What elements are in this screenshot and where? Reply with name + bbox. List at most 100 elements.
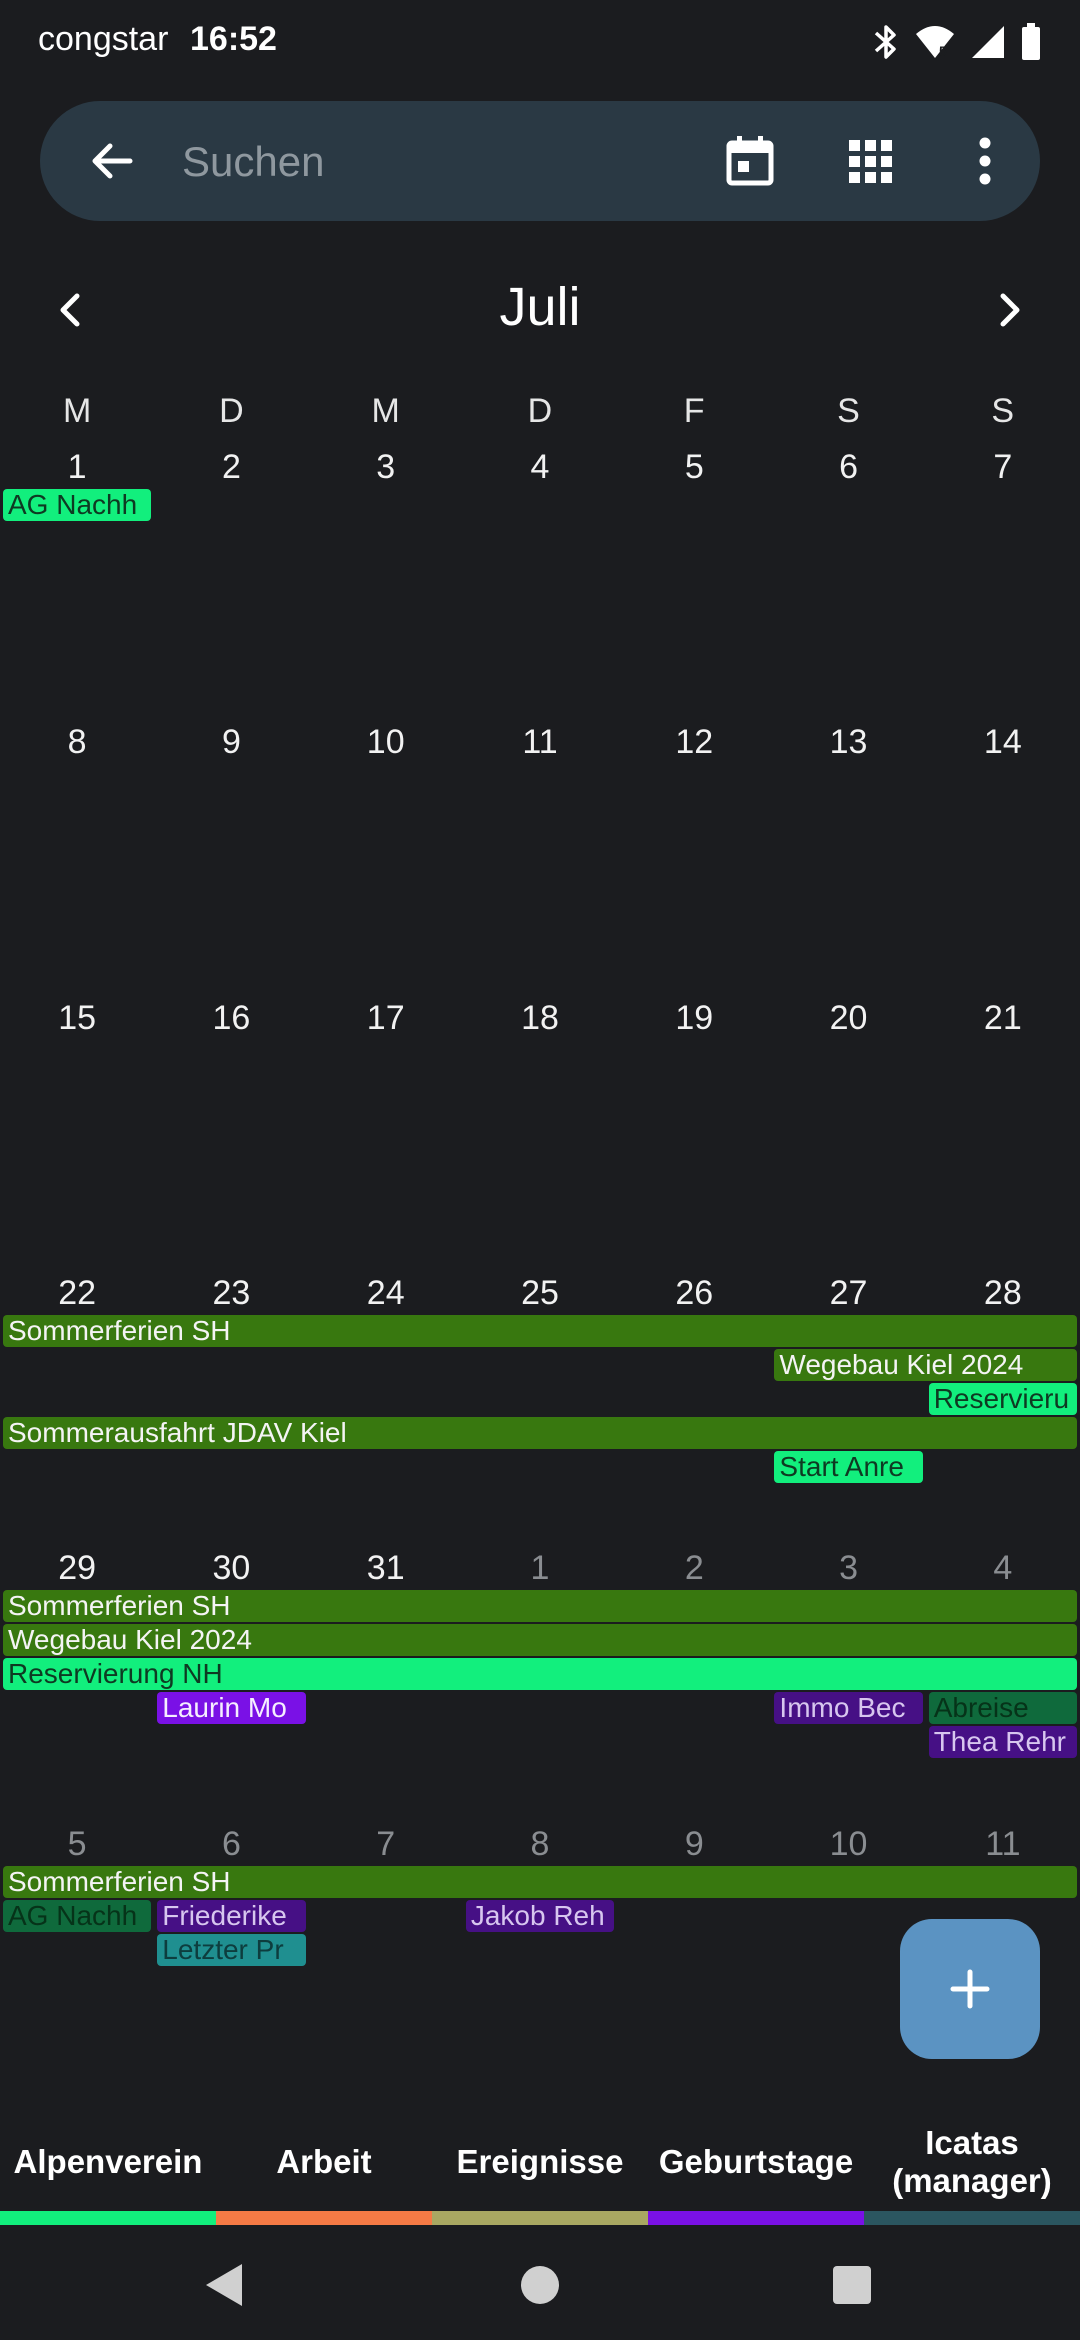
search-input[interactable] — [180, 127, 704, 197]
day-number[interactable]: 8 — [463, 1822, 617, 1866]
battery-icon — [1022, 23, 1040, 60]
status-time: 16:52 — [190, 20, 277, 58]
month-title: Juli — [499, 277, 581, 337]
event-chip[interactable]: Start Anre — [774, 1451, 923, 1483]
day-number[interactable]: 3 — [309, 445, 463, 489]
day-number[interactable]: 28 — [926, 1271, 1080, 1315]
back-triangle-icon[interactable] — [190, 2250, 260, 2320]
event-chip[interactable]: Sommerferien SH — [3, 1866, 1077, 1898]
week-row: 1 2 3 4 5 6 7 AG Nachh — [0, 445, 1080, 721]
home-circle-icon[interactable] — [505, 2250, 575, 2320]
day-number[interactable]: 6 — [771, 445, 925, 489]
day-number[interactable]: 21 — [926, 996, 1080, 1040]
day-number[interactable]: 10 — [309, 720, 463, 764]
month-navigation: Juli — [0, 270, 1080, 350]
tab-color-bar — [864, 2211, 1080, 2225]
event-chip[interactable]: Reservierung NH — [3, 1658, 1077, 1690]
day-number[interactable]: 3 — [771, 1546, 925, 1590]
add-event-button[interactable] — [900, 1919, 1040, 2059]
day-number[interactable]: 11 — [926, 1822, 1080, 1866]
signal-icon — [972, 26, 1004, 58]
week-row: 15 16 17 18 19 20 21 — [0, 996, 1080, 1272]
day-number[interactable]: 22 — [0, 1271, 154, 1315]
plus-icon — [950, 1969, 990, 2009]
day-number[interactable]: 7 — [926, 445, 1080, 489]
day-number[interactable]: 1 — [0, 445, 154, 489]
weekday-label: D — [527, 392, 553, 430]
day-number[interactable]: 27 — [771, 1271, 925, 1315]
status-bar: congstar 16:52 5 — [0, 0, 1080, 84]
tab-color-bar — [648, 2211, 864, 2225]
event-chip[interactable]: Abreise — [928, 1692, 1077, 1724]
day-number[interactable]: 25 — [463, 1271, 617, 1315]
day-number[interactable]: 1 — [463, 1546, 617, 1590]
event-chip[interactable]: Laurin Mo — [157, 1692, 306, 1724]
tab-color-bar — [432, 2211, 648, 2225]
event-chip[interactable]: Letzter Pr — [157, 1934, 306, 1966]
event-chip[interactable]: Friederike — [157, 1900, 306, 1932]
day-number[interactable]: 2 — [617, 1546, 771, 1590]
day-number[interactable]: 18 — [463, 996, 617, 1040]
day-number[interactable]: 23 — [154, 1271, 308, 1315]
day-number[interactable]: 20 — [771, 996, 925, 1040]
day-number[interactable]: 4 — [463, 445, 617, 489]
day-number[interactable]: 6 — [154, 1822, 308, 1866]
event-chip[interactable]: Immo Bec — [774, 1692, 923, 1724]
day-number[interactable]: 26 — [617, 1271, 771, 1315]
event-chip[interactable]: Wegebau Kiel 2024 — [774, 1349, 1077, 1381]
event-chip[interactable]: Jakob Reh — [465, 1900, 615, 1932]
more-vert-icon[interactable] — [955, 131, 1015, 191]
event-chip[interactable]: Sommerferien SH — [3, 1315, 1077, 1347]
calendar-tab[interactable]: Arbeit — [216, 2115, 432, 2225]
day-number[interactable]: 31 — [309, 1546, 463, 1590]
back-arrow-icon[interactable] — [82, 131, 142, 191]
day-number[interactable]: 19 — [617, 996, 771, 1040]
grid-view-icon[interactable] — [840, 131, 900, 191]
day-number[interactable]: 13 — [771, 720, 925, 764]
calendar-tab[interactable]: Ereignisse — [432, 2115, 648, 2225]
day-number[interactable]: 4 — [926, 1546, 1080, 1590]
calendar-tab[interactable]: Alpenverein — [0, 2115, 216, 2225]
day-number[interactable]: 30 — [154, 1546, 308, 1590]
event-chip[interactable]: AG Nachh — [3, 1900, 152, 1932]
day-number[interactable]: 16 — [154, 996, 308, 1040]
search-bar — [40, 101, 1040, 221]
svg-text:5: 5 — [939, 43, 947, 59]
day-number[interactable]: 7 — [309, 1822, 463, 1866]
event-chip[interactable]: Thea Rehr — [928, 1726, 1077, 1758]
event-chip[interactable]: Sommerferien SH — [3, 1590, 1077, 1622]
weekday-label: S — [991, 392, 1015, 430]
calendar-tab[interactable]: Icatas (manager) — [864, 2115, 1080, 2225]
day-number[interactable]: 11 — [463, 720, 617, 764]
day-number[interactable]: 8 — [0, 720, 154, 764]
event-chip[interactable]: Reservieru — [928, 1383, 1077, 1415]
event-chip[interactable]: Sommerausfahrt JDAV Kiel — [3, 1417, 1077, 1449]
day-number[interactable]: 9 — [617, 1822, 771, 1866]
day-number[interactable]: 12 — [617, 720, 771, 764]
wifi-icon: 5 — [916, 26, 954, 59]
recents-square-icon[interactable] — [817, 2250, 887, 2320]
day-number[interactable]: 9 — [154, 720, 308, 764]
chevron-left-icon[interactable] — [45, 282, 95, 338]
day-number[interactable]: 10 — [771, 1822, 925, 1866]
bluetooth-icon — [874, 25, 896, 59]
calendar-today-icon[interactable] — [720, 131, 780, 191]
day-number[interactable]: 15 — [0, 996, 154, 1040]
tab-label: Arbeit — [276, 2143, 372, 2180]
calendar-tab[interactable]: Geburtstage — [648, 2115, 864, 2225]
weekday-label: S — [837, 392, 860, 430]
weekday-label: M — [62, 392, 92, 430]
day-number[interactable]: 29 — [0, 1546, 154, 1590]
day-number[interactable]: 24 — [309, 1271, 463, 1315]
weekday-header: M D M D F S S — [0, 392, 1080, 436]
event-chip[interactable]: Wegebau Kiel 2024 — [3, 1624, 1077, 1656]
carrier-name: congstar — [38, 20, 169, 58]
day-number[interactable]: 17 — [309, 996, 463, 1040]
day-number[interactable]: 14 — [926, 720, 1080, 764]
event-chip[interactable]: AG Nachh — [3, 489, 152, 521]
tab-label: Icatas (manager) — [892, 2124, 1052, 2199]
day-number[interactable]: 5 — [0, 1822, 154, 1866]
day-number[interactable]: 2 — [154, 445, 308, 489]
chevron-right-icon[interactable] — [985, 282, 1035, 338]
day-number[interactable]: 5 — [617, 445, 771, 489]
